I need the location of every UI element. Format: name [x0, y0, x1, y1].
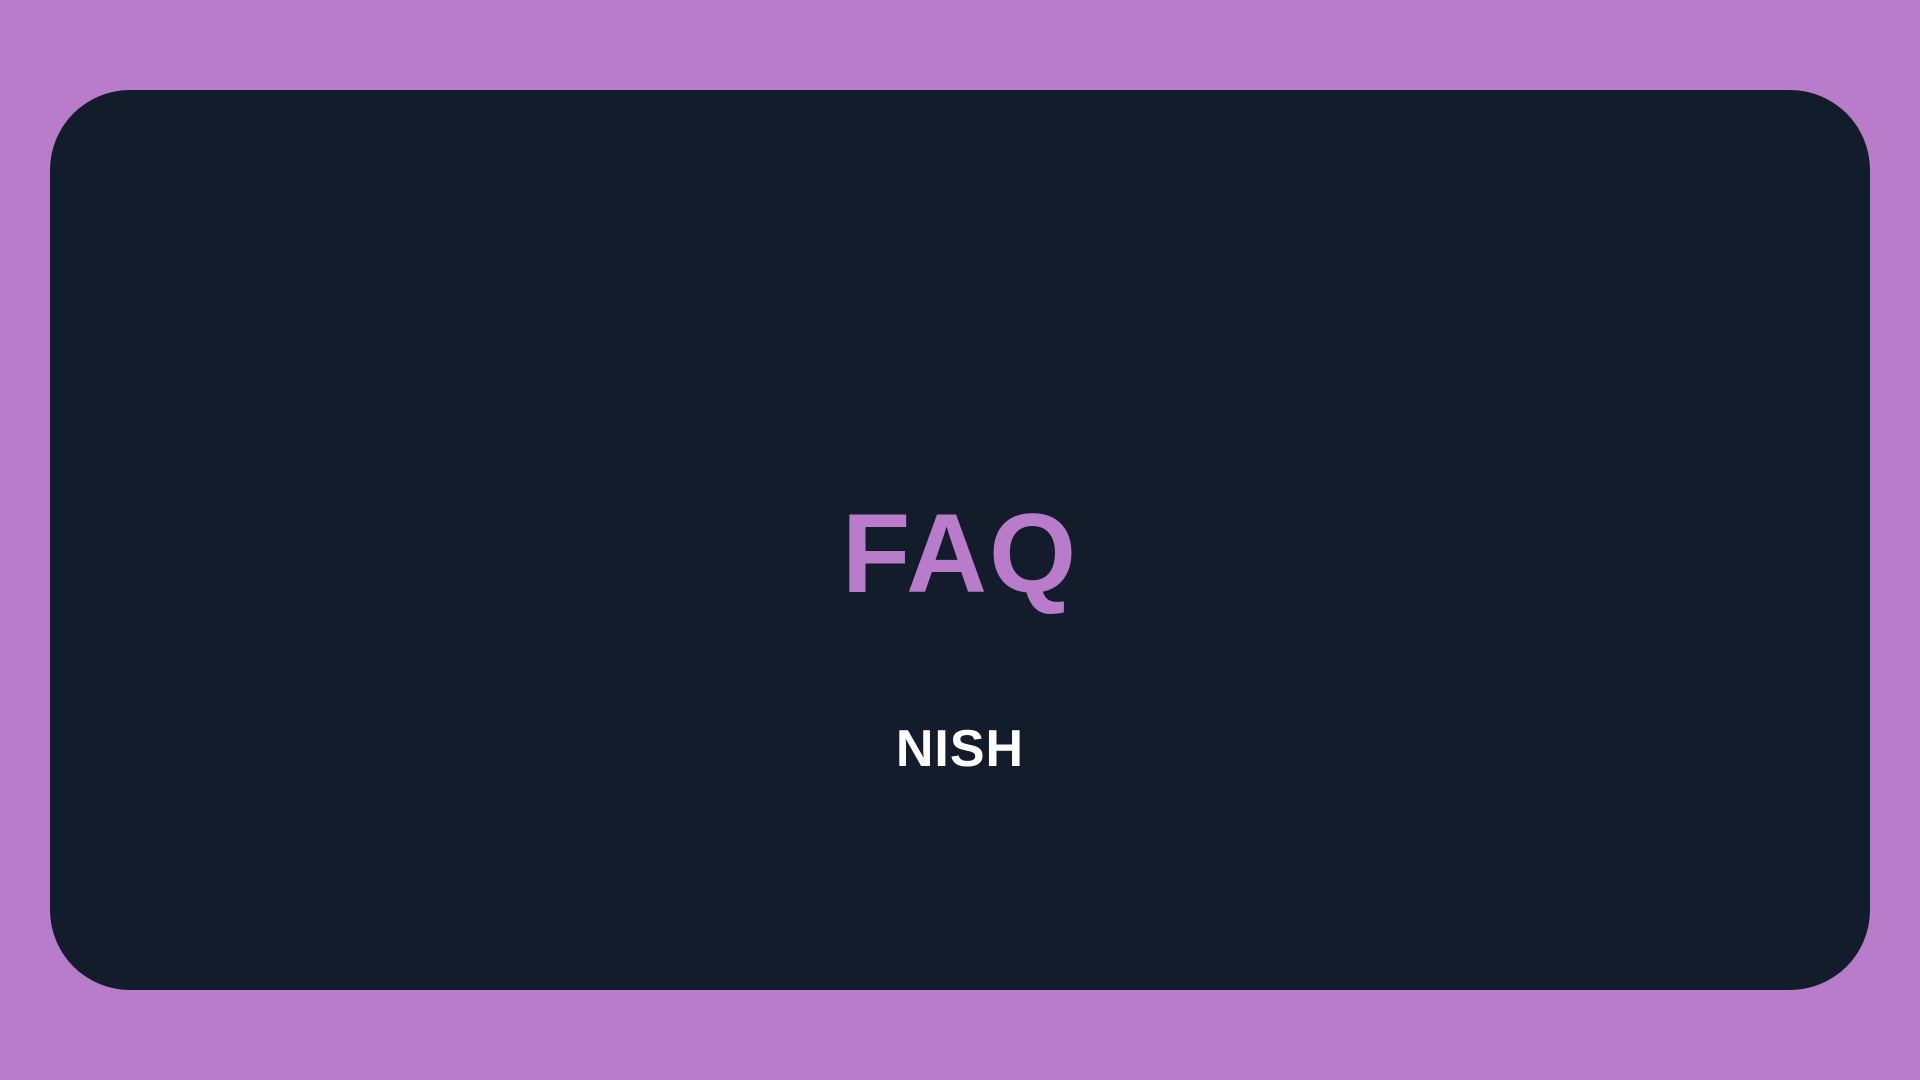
content-card: FAQ NISH [50, 90, 1870, 990]
page-title: FAQ [841, 491, 1079, 616]
subtitle-text: NISH [895, 720, 1025, 778]
